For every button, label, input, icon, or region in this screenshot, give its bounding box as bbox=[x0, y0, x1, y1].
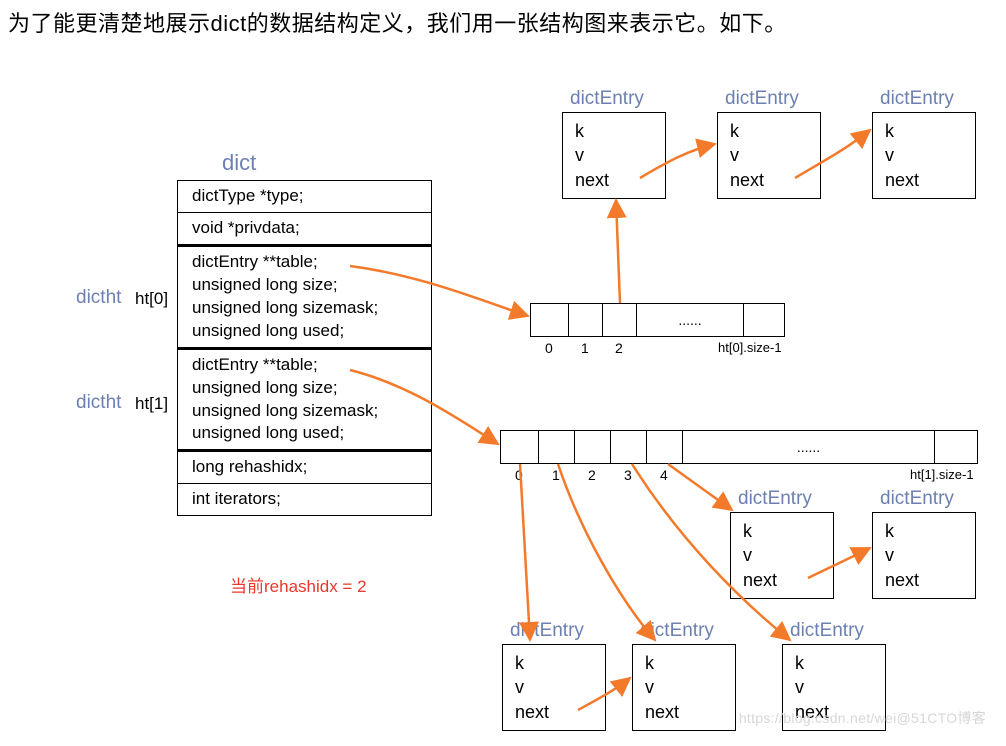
ht0-table: dictEntry **table; bbox=[192, 252, 318, 271]
entry-c-next: next bbox=[885, 170, 919, 190]
entry-title-h: dictEntry bbox=[790, 620, 864, 642]
row-ht1: dictEntry **table; unsigned long size; u… bbox=[178, 347, 431, 450]
ht1-idx2: 2 bbox=[588, 467, 596, 483]
ht0-sizemask: unsigned long sizemask; bbox=[192, 298, 378, 317]
entry-title-e: dictEntry bbox=[880, 488, 954, 510]
ht1-used: unsigned long used; bbox=[192, 423, 344, 442]
row-dictType: dictType *type; bbox=[178, 181, 431, 212]
entry-f: k v next bbox=[502, 644, 606, 731]
entry-d-next: next bbox=[743, 570, 777, 590]
ht0-index-label: ht[0] bbox=[135, 289, 168, 309]
entry-b-v: v bbox=[730, 145, 739, 165]
entry-a-v: v bbox=[575, 145, 584, 165]
ht1-dots: ...... bbox=[683, 431, 935, 463]
entry-e-next: next bbox=[885, 570, 919, 590]
entry-f-next: next bbox=[515, 702, 549, 722]
ht1-idx0: 0 bbox=[515, 467, 523, 483]
dictht-label-1: dictht bbox=[76, 392, 121, 414]
ht1-index-label: ht[1] bbox=[135, 394, 168, 414]
entry-d: k v next bbox=[730, 512, 834, 599]
ht0-dots: ...... bbox=[637, 304, 744, 336]
entry-h-v: v bbox=[795, 677, 804, 697]
entry-g-k: k bbox=[645, 653, 654, 673]
entry-g-v: v bbox=[645, 677, 654, 697]
rehash-note: 当前rehashidx = 2 bbox=[230, 572, 367, 597]
entry-title-d: dictEntry bbox=[738, 488, 812, 510]
ht1-size-label: ht[1].size-1 bbox=[910, 467, 974, 482]
entry-g: k v next bbox=[632, 644, 736, 731]
ht1-sizemask: unsigned long sizemask; bbox=[192, 401, 378, 420]
ht0-idx2: 2 bbox=[615, 340, 623, 356]
entry-title-g: dictEntry bbox=[640, 620, 714, 642]
entry-b: k v next bbox=[717, 112, 821, 199]
entry-a-k: k bbox=[575, 121, 584, 141]
row-rehashidx: long rehashidx; bbox=[178, 449, 431, 483]
entry-d-v: v bbox=[743, 545, 752, 565]
ht1-idx3: 3 bbox=[624, 467, 632, 483]
entry-h-k: k bbox=[795, 653, 804, 673]
ht1-idx1: 1 bbox=[552, 467, 560, 483]
entry-f-k: k bbox=[515, 653, 524, 673]
entry-e: k v next bbox=[872, 512, 976, 599]
entry-b-k: k bbox=[730, 121, 739, 141]
entry-title-c: dictEntry bbox=[880, 88, 954, 110]
entry-title-f: dictEntry bbox=[510, 620, 584, 642]
row-ht0: dictEntry **table; unsigned long size; u… bbox=[178, 244, 431, 347]
watermark: https://blog.csdn.net/wei@51CTO博客 bbox=[739, 708, 986, 728]
ht1-array: ...... bbox=[500, 430, 978, 464]
dictht-label-0: dictht bbox=[76, 287, 121, 309]
ht0-idx0: 0 bbox=[545, 340, 553, 356]
entry-c: k v next bbox=[872, 112, 976, 199]
intro-text: 为了能更清楚地展示dict的数据结构定义，我们用一张结构图来表示它。如下。 bbox=[8, 6, 787, 38]
ht1-table: dictEntry **table; bbox=[192, 355, 318, 374]
entry-e-k: k bbox=[885, 521, 894, 541]
entry-title-b: dictEntry bbox=[725, 88, 799, 110]
entry-f-v: v bbox=[515, 677, 524, 697]
entry-e-v: v bbox=[885, 545, 894, 565]
row-iterators: int iterators; bbox=[178, 483, 431, 515]
entry-d-k: k bbox=[743, 521, 752, 541]
entry-a-next: next bbox=[575, 170, 609, 190]
entry-title-a: dictEntry bbox=[570, 88, 644, 110]
ht0-array: ...... bbox=[530, 303, 785, 337]
ht0-idx1: 1 bbox=[581, 340, 589, 356]
dict-struct: dictType *type; void *privdata; dictEntr… bbox=[177, 180, 432, 516]
ht0-size: unsigned long size; bbox=[192, 275, 338, 294]
ht1-idx4: 4 bbox=[660, 467, 668, 483]
ht1-size: unsigned long size; bbox=[192, 378, 338, 397]
ht0-used: unsigned long used; bbox=[192, 321, 344, 340]
entry-a: k v next bbox=[562, 112, 666, 199]
dict-title: dict bbox=[222, 150, 256, 176]
entry-b-next: next bbox=[730, 170, 764, 190]
entry-c-v: v bbox=[885, 145, 894, 165]
row-privdata: void *privdata; bbox=[178, 212, 431, 244]
ht0-size-label: ht[0].size-1 bbox=[718, 340, 782, 355]
entry-g-next: next bbox=[645, 702, 679, 722]
entry-c-k: k bbox=[885, 121, 894, 141]
